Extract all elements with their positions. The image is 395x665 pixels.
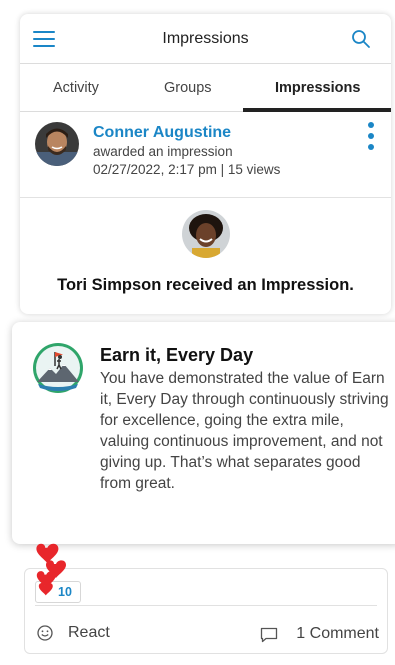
post-action-text: awarded an impression: [93, 144, 233, 159]
comment-button[interactable]: 1 Comment: [296, 625, 379, 643]
recipient-avatar[interactable]: [182, 210, 230, 258]
impression-received-text: Tori Simpson received an Impression.: [57, 276, 354, 294]
comment-icon[interactable]: [260, 627, 278, 643]
search-icon[interactable]: [351, 29, 371, 49]
page-title: Impressions: [162, 30, 249, 47]
mountain-flag-badge: [33, 343, 83, 393]
post-header: Conner Augustine awarded an impression 0…: [20, 112, 391, 198]
more-vert-icon[interactable]: [367, 122, 375, 150]
screen: Impressions Activity Groups Impressions: [0, 0, 395, 665]
author-name-link[interactable]: Conner Augustine: [93, 124, 231, 142]
top-app-bar: Impressions: [20, 14, 391, 64]
impression-title: Earn it, Every Day: [100, 345, 254, 365]
react-button[interactable]: React: [68, 624, 110, 642]
tab-impressions[interactable]: Impressions: [275, 80, 360, 96]
impression-description: You have demonstrated the value of Earn …: [100, 370, 389, 492]
heart-icon: [36, 543, 66, 596]
tab-groups[interactable]: Groups: [164, 80, 212, 96]
reactions-bar: 10 React 1 Comment: [24, 568, 388, 654]
tab-bar: Activity Groups Impressions: [20, 64, 391, 112]
divider: [35, 605, 377, 606]
feed-panel: Impressions Activity Groups Impressions: [20, 14, 391, 314]
smile-icon[interactable]: [37, 625, 53, 641]
impression-detail-card: Earn it, Every Day You have demonstrated…: [12, 322, 395, 544]
tab-activity[interactable]: Activity: [53, 80, 99, 96]
post-meta: 02/27/2022, 2:17 pm | 15 views: [93, 162, 281, 177]
author-avatar[interactable]: [35, 122, 79, 166]
